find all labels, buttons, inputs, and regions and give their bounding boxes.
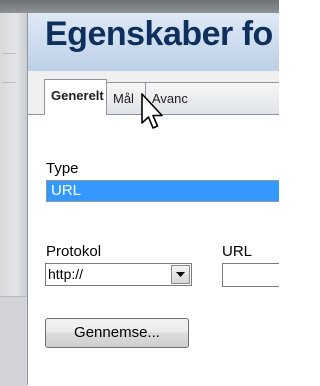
type-value: URL [51,182,82,199]
background-lower-panel [0,296,27,386]
dialog-title: Egenskaber fo [45,15,273,53]
browse-button[interactable]: Gennemse... [45,318,189,348]
background-window-edge [0,13,27,386]
url-input[interactable] [222,263,279,287]
chevron-down-icon [176,272,185,277]
background-decoration [2,53,16,83]
type-field[interactable]: URL [46,180,279,202]
type-label: Type [46,160,79,177]
url-label: URL [222,243,253,260]
tab-generelt[interactable]: Generelt [44,79,107,115]
protocol-value: http:// [48,266,84,282]
protocol-select[interactable]: http:// [45,263,192,286]
protocol-label: Protokol [46,243,102,260]
window-top-frame [0,0,279,13]
mouse-pointer-icon [141,93,163,129]
dropdown-button[interactable] [171,265,190,284]
